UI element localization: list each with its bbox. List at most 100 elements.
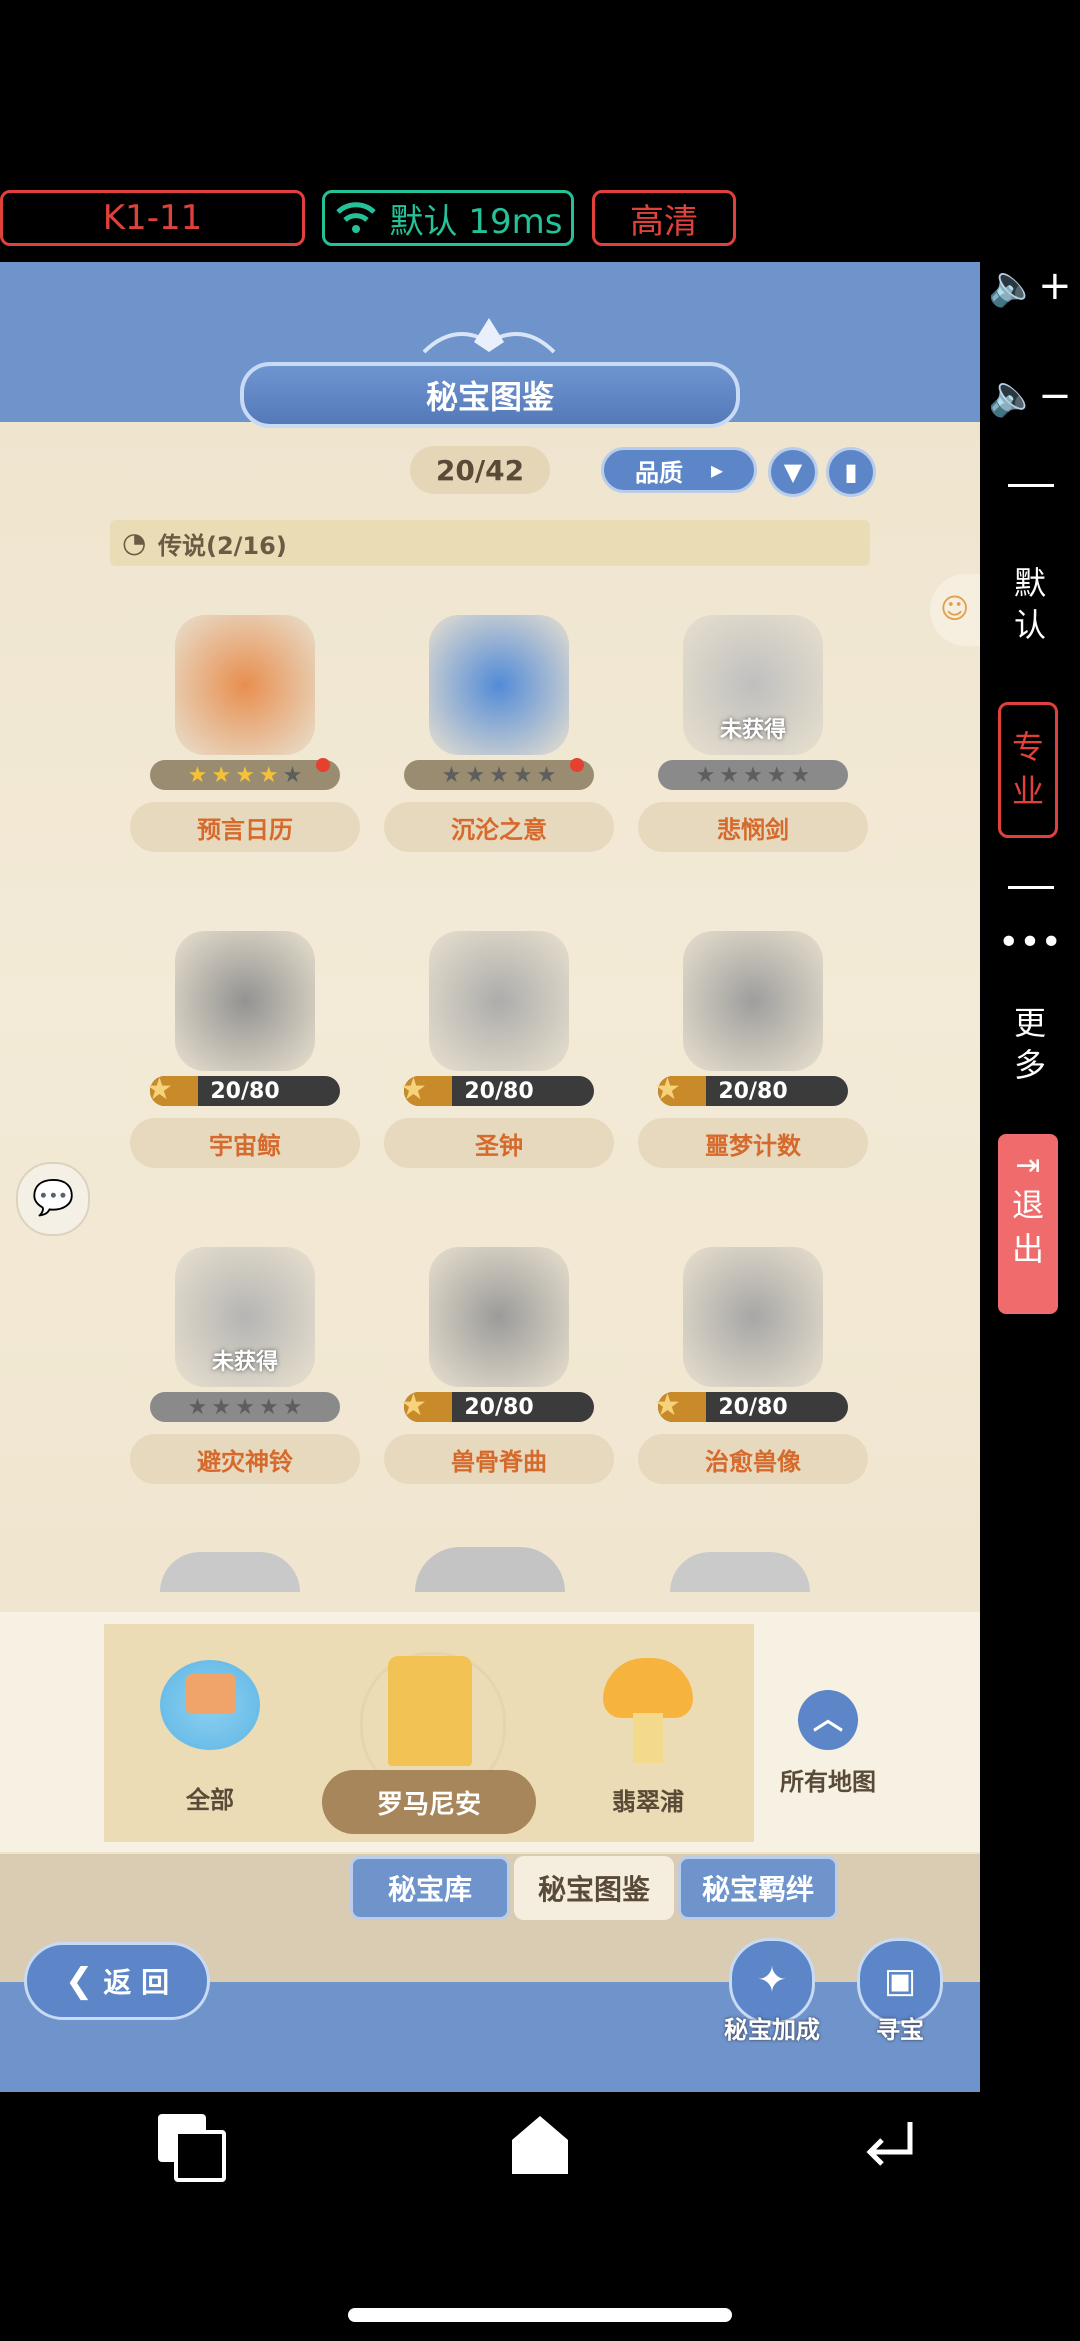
shard-progress: ★ 20/80 xyxy=(654,1072,848,1107)
star-icon: ★ xyxy=(211,1394,232,1420)
treasure-art xyxy=(658,590,848,780)
network-text: 默认 19ms xyxy=(389,201,563,242)
shard-star-icon: ★ xyxy=(400,1388,427,1423)
treasure-card[interactable]: ★ ★ ★ ★ ★ 沉沦之意 xyxy=(384,590,614,880)
section-header-legendary: ◔ 传说(2/16) xyxy=(110,520,870,566)
default-label: 默 认 xyxy=(1013,564,1046,644)
treasure-card[interactable]: ★ ★ ★ ★ ★ 未获得 悲悯剑 xyxy=(638,590,868,880)
star-icon: ★ xyxy=(489,762,509,788)
filter-button[interactable]: ▼ xyxy=(768,447,818,497)
treasure-card[interactable]: ★ 20/80 治愈兽像 xyxy=(638,1222,868,1512)
exit-button[interactable]: ⇥ 退 出 xyxy=(998,1134,1058,1314)
back-nav-button[interactable] xyxy=(860,2114,920,2174)
treasure-name: 噩梦计数 xyxy=(638,1118,868,1168)
star-icon: ★ xyxy=(512,762,533,788)
tab-treasure-bond[interactable]: 秘宝羁绊 xyxy=(678,1856,838,1920)
return-arrow-icon xyxy=(866,2122,913,2166)
default-mode-button[interactable]: 默 认 xyxy=(980,562,1080,646)
map-emerald-label: 翡翠浦 xyxy=(612,1788,684,1816)
chat-button[interactable]: 💬 xyxy=(16,1162,90,1236)
treasure-art xyxy=(404,1222,594,1412)
star-rating: ★ ★ ★ ★ ★ xyxy=(150,760,340,790)
bonus-button[interactable]: ✦ 秘宝加成 xyxy=(720,1938,824,2045)
tab-treasure-codex[interactable]: 秘宝图鉴 xyxy=(514,1856,674,1920)
star-icon: ★ xyxy=(235,762,255,788)
treasure-name: 兽骨脊曲 xyxy=(384,1434,614,1484)
star-icon: ★ xyxy=(695,762,716,788)
seek-label: 寻宝 xyxy=(876,2016,924,2044)
partial-item-art xyxy=(415,1547,565,1592)
progress-text: 20/80 xyxy=(464,1394,534,1420)
mushroom-icon xyxy=(603,1658,693,1768)
shard-star-icon: ★ xyxy=(654,1072,681,1107)
more-button[interactable]: 更 多 xyxy=(980,1002,1080,1086)
chevron-up-icon: ︿ xyxy=(798,1690,858,1750)
volume-down-button[interactable]: 🔈− xyxy=(980,372,1080,432)
treasure-card[interactable]: ★ ★ ★ ★ ★ 未获得 避灾神铃 xyxy=(130,1222,360,1512)
star-icon: ★ xyxy=(719,762,740,788)
chat-icon: 💬 xyxy=(32,1178,75,1218)
star-icon: ★ xyxy=(211,762,232,788)
gesture-handle[interactable] xyxy=(348,2308,732,2322)
network-pill[interactable]: 默认 19ms xyxy=(322,190,574,246)
tab-treasure-vault[interactable]: 秘宝库 xyxy=(350,1856,510,1920)
divider xyxy=(1008,484,1054,487)
castle-icon xyxy=(388,1656,472,1766)
back-arrow-icon: ❮ xyxy=(64,1961,94,2001)
treasure-card[interactable]: ★ 20/80 噩梦计数 xyxy=(638,906,868,1196)
notification-dot xyxy=(570,758,584,772)
star-icon: ★ xyxy=(743,762,763,788)
star-icon: ★ xyxy=(790,762,811,788)
home-button[interactable] xyxy=(508,2112,572,2178)
treasure-name: 宇宙鲸 xyxy=(130,1118,360,1168)
treasure-card[interactable]: ★ ★ ★ ★ ★ 预言日历 xyxy=(130,590,360,880)
home-icon xyxy=(512,2116,568,2174)
all-maps-label: 所有地图 xyxy=(780,1768,876,1796)
not-obtained-badge: 未获得 xyxy=(211,1350,278,1375)
volume-up-button[interactable]: 🔈+ xyxy=(980,262,1080,322)
star-icon: ★ xyxy=(441,762,462,788)
all-maps-button[interactable]: ︿ 所有地图 xyxy=(768,1690,888,1797)
treasure-name: 沉沦之意 xyxy=(384,802,614,852)
sort-arrow-icon: ▸ xyxy=(710,456,724,484)
star-icon: ★ xyxy=(536,762,557,788)
treasure-card[interactable]: ★ 20/80 兽骨脊曲 xyxy=(384,1222,614,1512)
quality-sort-button[interactable]: 品质 ▸ xyxy=(601,447,757,493)
map-romanian-button[interactable]: 罗马尼安 xyxy=(322,1770,536,1834)
treasure-name: 避灾神铃 xyxy=(130,1434,360,1484)
more-dots-button[interactable]: ••• xyxy=(980,922,1080,963)
treasure-name: 圣钟 xyxy=(384,1118,614,1168)
star-icon: ★ xyxy=(282,1394,303,1420)
book-button[interactable]: ▮ xyxy=(826,447,876,497)
map-emerald[interactable]: 翡翠浦 xyxy=(588,1658,708,1817)
volume-up-icon: 🔈+ xyxy=(988,263,1072,309)
treasure-art xyxy=(658,906,848,1096)
more-dots-icon: ••• xyxy=(998,922,1062,963)
level-text: K1-11 xyxy=(102,198,203,238)
back-button[interactable]: ❮ 返 回 xyxy=(24,1942,210,2020)
treasure-card[interactable]: ★ 20/80 圣钟 xyxy=(384,906,614,1196)
volume-down-icon: 🔈− xyxy=(988,373,1072,419)
resolution-pill[interactable]: 高清 xyxy=(592,190,736,246)
star-icon: ★ xyxy=(235,1394,255,1420)
treasure-card[interactable]: ★ 20/80 宇宙鲸 xyxy=(130,906,360,1196)
more-label: 更 多 xyxy=(1013,1004,1046,1084)
seek-treasure-button[interactable]: ▣ 寻宝 xyxy=(852,1938,948,2045)
resolution-text: 高清 xyxy=(630,201,698,242)
level-pill[interactable]: K1-11 xyxy=(0,190,305,246)
star-icon: ★ xyxy=(187,762,208,788)
crest-ornament xyxy=(422,318,556,354)
map-all[interactable]: 全部 xyxy=(150,1660,270,1815)
shard-star-icon: ★ xyxy=(400,1072,427,1107)
star-rating: ★ ★ ★ ★ ★ xyxy=(404,760,594,790)
recent-apps-button[interactable] xyxy=(158,2114,226,2182)
tab-label: 秘宝库 xyxy=(387,1873,472,1906)
divider xyxy=(1008,886,1054,889)
map-selected-label: 罗马尼安 xyxy=(376,1789,481,1820)
star-icon: ★ xyxy=(258,762,279,788)
shard-progress: ★ 20/80 xyxy=(654,1388,848,1423)
tab-label: 秘宝羁绊 xyxy=(701,1873,814,1906)
pro-mode-button[interactable]: 专 业 xyxy=(998,702,1058,838)
partial-item-art xyxy=(670,1552,810,1592)
star-icon: ★ xyxy=(282,762,303,788)
